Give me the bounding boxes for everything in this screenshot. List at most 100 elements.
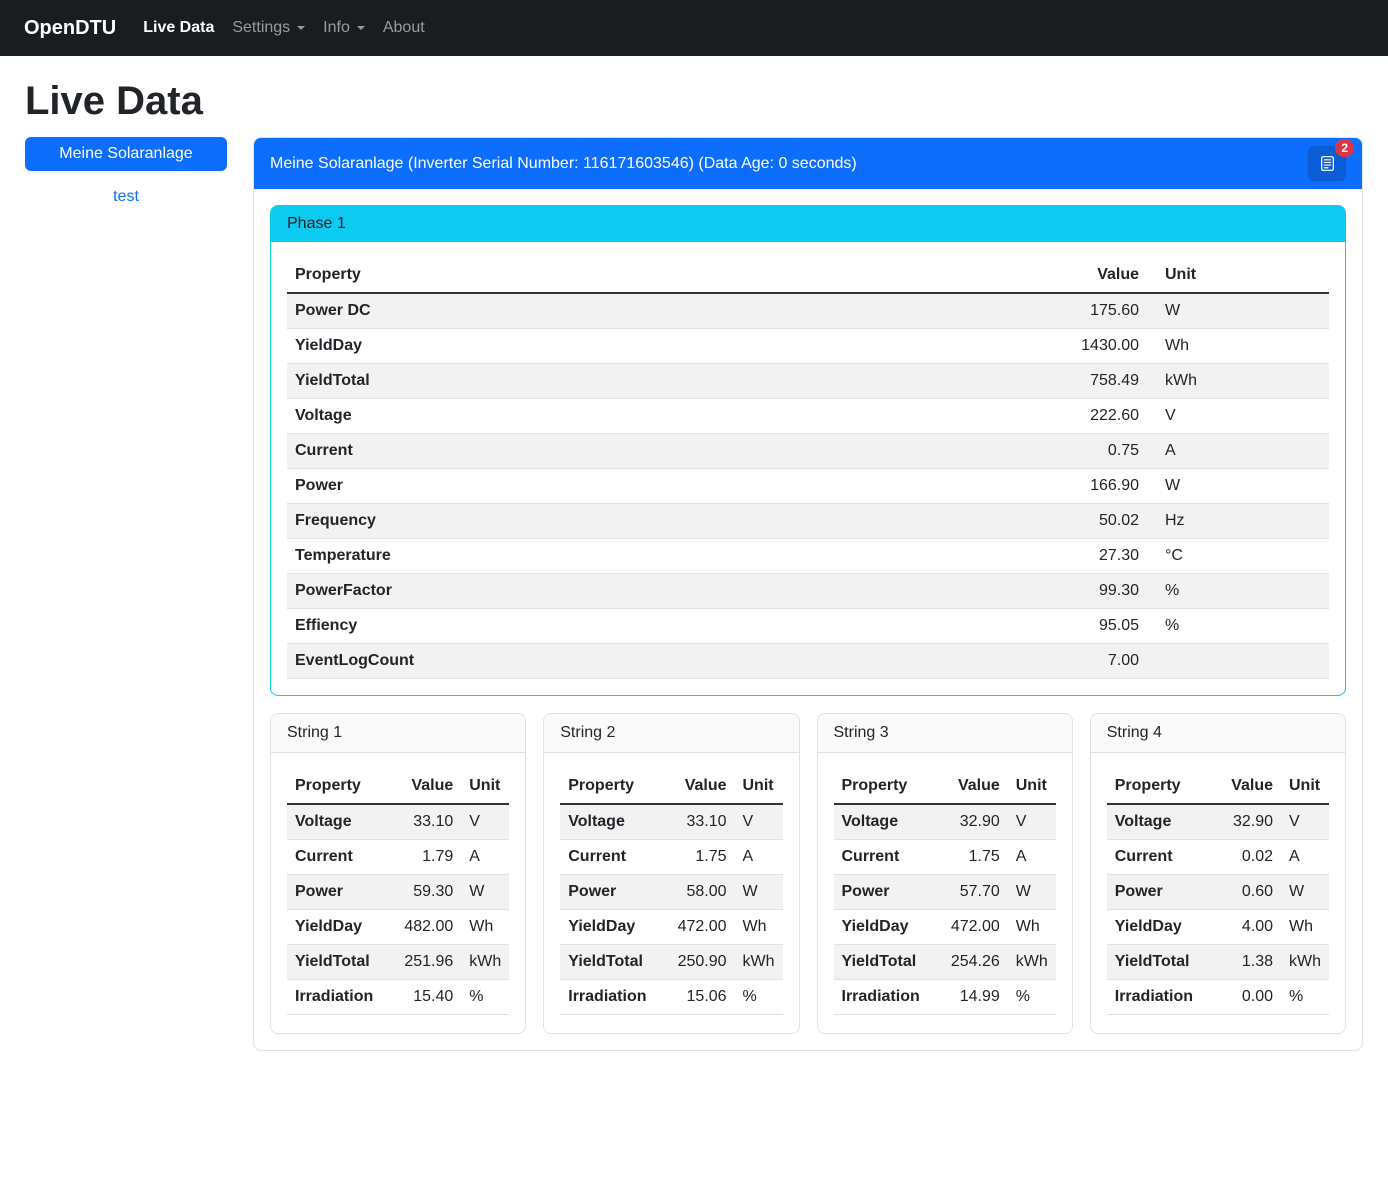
nav-item-info[interactable]: Info (314, 11, 374, 45)
page-title: Live Data (25, 79, 1363, 123)
table-row: PowerFactor 99.30 % (287, 574, 1329, 609)
table-row: Frequency 50.02 Hz (287, 504, 1329, 539)
table-header-row: Property Value Unit (560, 769, 782, 804)
value-cell: 1.75 (943, 840, 1008, 875)
table-row: Power 0.60 W (1107, 875, 1329, 910)
table-row: Temperature 27.30 °C (287, 539, 1329, 574)
strings-row: String 1 Property Value Unit (270, 713, 1346, 1034)
value-cell: 14.99 (943, 980, 1008, 1015)
property-cell: Irradiation (1107, 980, 1217, 1015)
value-cell: 1.38 (1217, 945, 1281, 980)
main-content: Meine Solaranlage (Inverter Serial Numbe… (253, 137, 1363, 1051)
page-container: Live Data Meine Solaranlage test Meine S… (0, 56, 1388, 1051)
value-cell: 99.30 (1035, 574, 1147, 609)
unit-cell: V (735, 804, 783, 840)
value-cell: 58.00 (670, 875, 735, 910)
table-row: Voltage 32.90 V (834, 804, 1056, 840)
property-cell: Irradiation (834, 980, 943, 1015)
table-row: Power 59.30 W (287, 875, 509, 910)
value-cell: 250.90 (670, 945, 735, 980)
property-cell: Power (560, 875, 669, 910)
value-cell: 472.00 (670, 910, 735, 945)
value-cell: 254.26 (943, 945, 1008, 980)
table-row: Current 1.79 A (287, 840, 509, 875)
unit-cell: kWh (735, 945, 783, 980)
table-row: YieldTotal 254.26 kWh (834, 945, 1056, 980)
property-cell: Temperature (287, 539, 1035, 574)
property-cell: Effiency (287, 609, 1035, 644)
table-row: Irradiation 0.00 % (1107, 980, 1329, 1015)
property-cell: YieldTotal (1107, 945, 1217, 980)
unit-cell: V (1281, 804, 1329, 840)
table-row: Current 0.75 A (287, 434, 1329, 469)
brand-logo[interactable]: OpenDTU (24, 17, 116, 40)
value-cell: 758.49 (1035, 364, 1147, 399)
column-header-value: Value (396, 769, 461, 804)
unit-cell (1147, 644, 1329, 679)
unit-cell: V (1008, 804, 1056, 840)
table-header-row: Property Value Unit (287, 258, 1329, 293)
string-3-header: String 3 (818, 714, 1072, 753)
unit-cell: % (1281, 980, 1329, 1015)
property-cell: YieldTotal (287, 364, 1035, 399)
inverter-header-title: Meine Solaranlage (Inverter Serial Numbe… (270, 155, 857, 173)
nav-item-live-data[interactable]: Live Data (134, 11, 223, 45)
property-cell: Current (1107, 840, 1217, 875)
table-row: YieldDay 1430.00 Wh (287, 329, 1329, 364)
table-row: YieldDay 472.00 Wh (560, 910, 782, 945)
string-4-header: String 4 (1091, 714, 1345, 753)
value-cell: 1430.00 (1035, 329, 1147, 364)
table-row: YieldTotal 251.96 kWh (287, 945, 509, 980)
property-cell: YieldDay (287, 910, 396, 945)
nav-item-about[interactable]: About (374, 11, 434, 45)
value-cell: 0.00 (1217, 980, 1281, 1015)
string-4-card: String 4 Property Value Unit (1090, 713, 1346, 1034)
column-header-value: Value (670, 769, 735, 804)
property-cell: YieldTotal (834, 945, 943, 980)
value-cell: 175.60 (1035, 293, 1147, 329)
unit-cell: % (735, 980, 783, 1015)
caret-down-icon (297, 26, 305, 30)
table-row: YieldDay 472.00 Wh (834, 910, 1056, 945)
unit-cell: A (735, 840, 783, 875)
table-row: YieldTotal 758.49 kWh (287, 364, 1329, 399)
unit-cell: A (461, 840, 509, 875)
table-row: Power DC 175.60 W (287, 293, 1329, 329)
inverter-card-header: Meine Solaranlage (Inverter Serial Numbe… (254, 138, 1362, 189)
property-cell: YieldTotal (287, 945, 396, 980)
value-cell: 0.75 (1035, 434, 1147, 469)
unit-cell: Wh (1147, 329, 1329, 364)
phase-1-card: Phase 1 Property Value Unit (270, 205, 1346, 696)
value-cell: 1.75 (670, 840, 735, 875)
property-cell: Current (834, 840, 943, 875)
property-cell: YieldDay (560, 910, 669, 945)
value-cell: 251.96 (396, 945, 461, 980)
table-row: Power 58.00 W (560, 875, 782, 910)
value-cell: 27.30 (1035, 539, 1147, 574)
inverter-select-link-test[interactable]: test (25, 188, 227, 206)
value-cell: 222.60 (1035, 399, 1147, 434)
column-header-unit: Unit (1147, 258, 1329, 293)
table-row: Current 1.75 A (560, 840, 782, 875)
column-header-unit: Unit (461, 769, 509, 804)
string-3-card: String 3 Property Value Unit (817, 713, 1073, 1034)
value-cell: 1.79 (396, 840, 461, 875)
event-log-button[interactable]: 2 (1308, 146, 1346, 181)
nav-item-settings[interactable]: Settings (223, 11, 314, 45)
table-row: Voltage 33.10 V (287, 804, 509, 840)
unit-cell: W (461, 875, 509, 910)
property-cell: YieldTotal (560, 945, 669, 980)
table-row: Current 1.75 A (834, 840, 1056, 875)
value-cell: 4.00 (1217, 910, 1281, 945)
value-cell: 0.02 (1217, 840, 1281, 875)
property-cell: Current (287, 840, 396, 875)
string-2-table: Property Value Unit Voltage 33.1 (560, 769, 782, 1015)
property-cell: Power (834, 875, 943, 910)
unit-cell: kWh (1281, 945, 1329, 980)
unit-cell: W (735, 875, 783, 910)
inverter-select-button[interactable]: Meine Solaranlage (25, 137, 227, 171)
property-cell: Frequency (287, 504, 1035, 539)
value-cell: 57.70 (943, 875, 1008, 910)
unit-cell: % (461, 980, 509, 1015)
value-cell: 166.90 (1035, 469, 1147, 504)
